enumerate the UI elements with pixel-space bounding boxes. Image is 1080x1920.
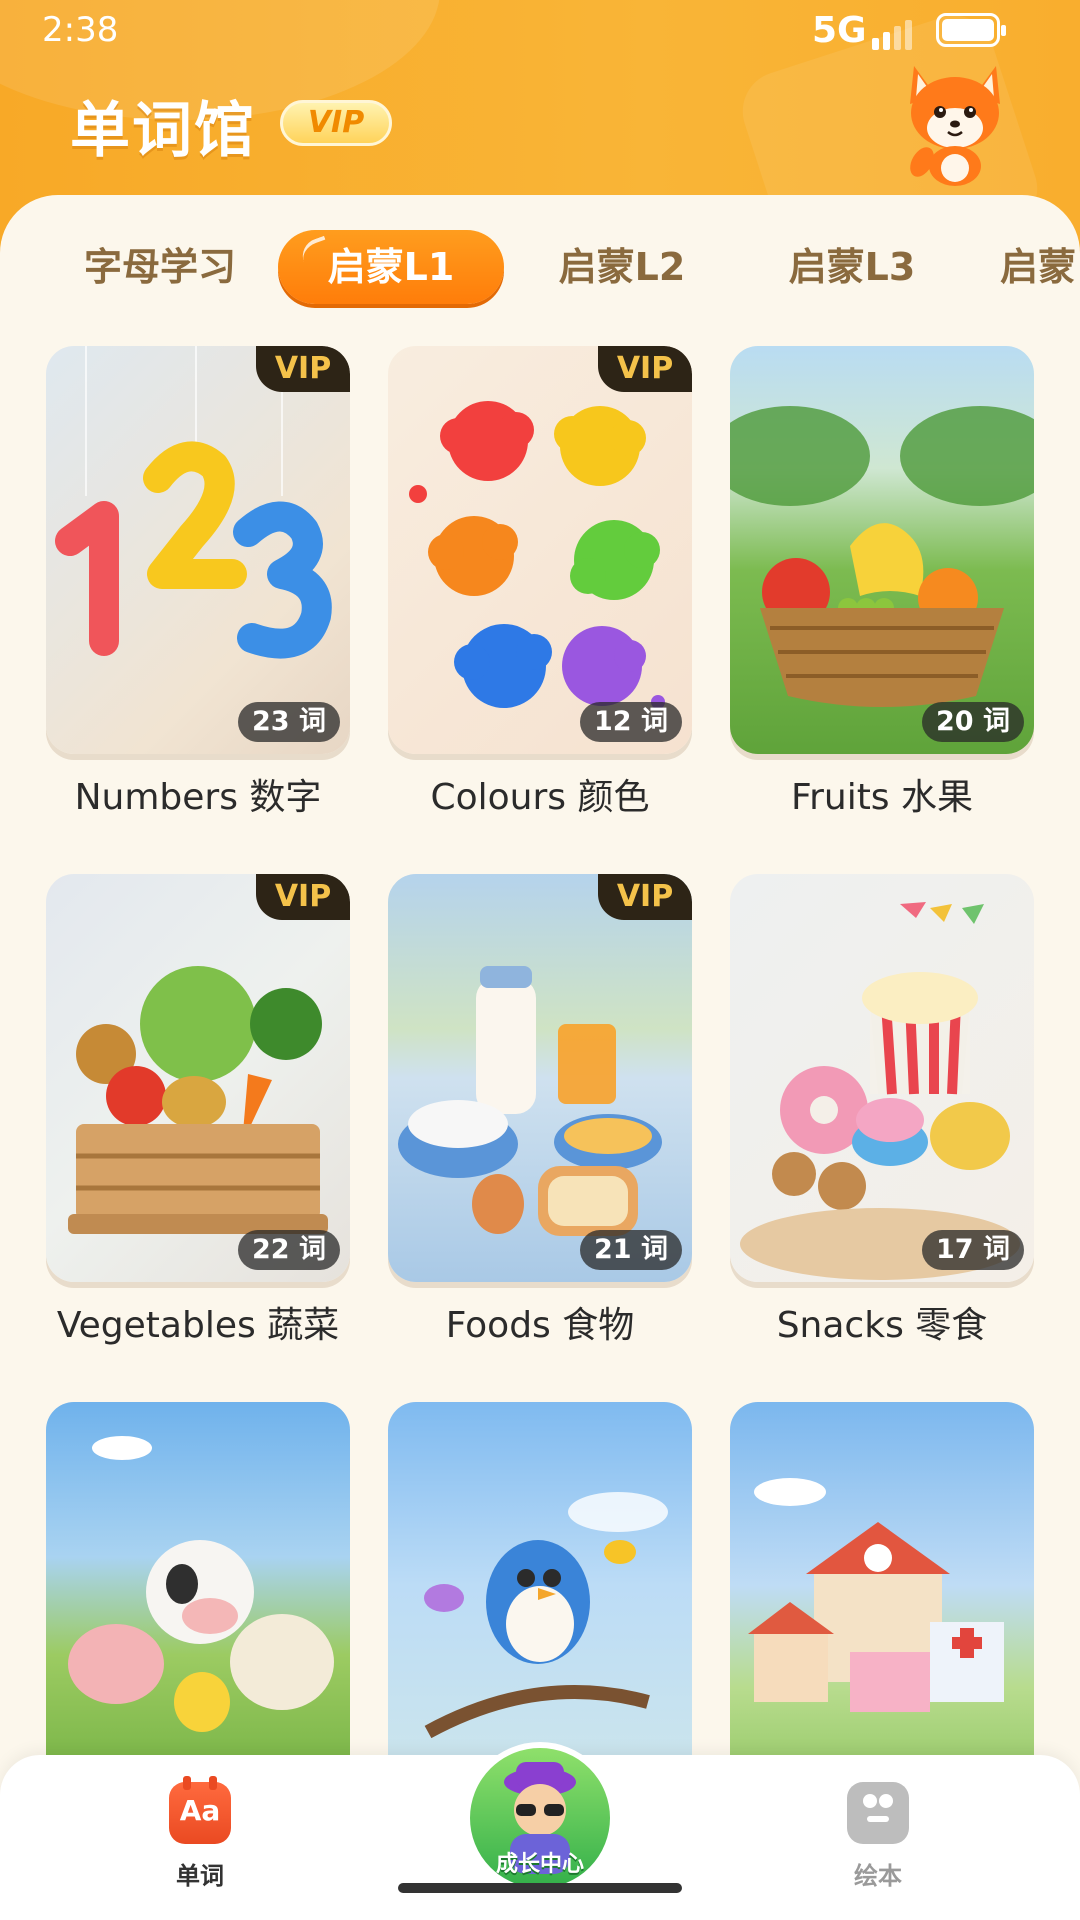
tab-more[interactable]: 启蒙	[1000, 230, 1080, 304]
level-tabs: 字母学习 启蒙L1 启蒙L2 启蒙L3 启蒙	[0, 230, 1080, 310]
vip-tag: VIP	[598, 346, 692, 392]
status-time: 2:38	[42, 10, 119, 50]
card-foods[interactable]: VIP 21 词 Foods 食物	[388, 874, 692, 1348]
vip-tag: VIP	[256, 346, 350, 392]
card-title: Colours 颜色	[430, 777, 650, 818]
word-count: 21 词	[580, 1230, 682, 1270]
word-count: 22 词	[238, 1230, 340, 1270]
nav-picture-books-label: 绘本	[854, 1862, 902, 1890]
fruit-basket-illustration	[730, 406, 1034, 707]
tab-alphabet[interactable]: 字母学习	[72, 230, 248, 304]
town-illustration	[748, 1478, 1004, 1712]
word-count: 17 词	[922, 1230, 1024, 1270]
card-numbers[interactable]: VIP 23 词 Numbers 数字	[46, 346, 350, 820]
tab-l3[interactable]: 启蒙L3	[770, 230, 934, 304]
network-indicator: 5G	[812, 10, 867, 51]
card-image: VIP 22 词	[46, 874, 350, 1282]
growth-center-button[interactable]: 成长中心	[464, 1742, 616, 1894]
card-title: Fruits 水果	[790, 777, 974, 818]
farm-animals-illustration	[68, 1436, 334, 1732]
home-indicator[interactable]	[398, 1883, 682, 1893]
snacks-illustration	[740, 902, 1020, 1280]
card-image: 17 词	[730, 874, 1034, 1282]
vip-badge[interactable]: VIP	[280, 100, 392, 146]
growth-center-label: 成长中心	[495, 1852, 584, 1877]
card-image: VIP 21 词	[388, 874, 692, 1282]
words-icon: Aa	[169, 1776, 231, 1844]
word-count: 12 词	[580, 702, 682, 742]
vip-tag: VIP	[598, 874, 692, 920]
signal-icon	[872, 20, 932, 50]
card-snacks[interactable]: 17 词 Snacks 零食	[730, 874, 1034, 1348]
card-title: Numbers 数字	[74, 777, 322, 818]
colours-illustration	[409, 401, 665, 709]
card-title: Snacks 零食	[776, 1305, 988, 1346]
card-farm-animals[interactable]	[46, 1402, 350, 1810]
numbers-illustration	[55, 346, 332, 659]
card-image	[46, 1402, 350, 1810]
tab-l2[interactable]: 启蒙L2	[540, 230, 704, 304]
foods-illustration	[398, 966, 662, 1236]
card-fruits[interactable]: 20 词 Fruits 水果	[730, 346, 1034, 820]
card-vegetables[interactable]: VIP 22 词 Vegetables 蔬菜	[46, 874, 350, 1348]
nav-words[interactable]: Aa 单词	[152, 1776, 248, 1891]
tab-l1[interactable]: 启蒙L1	[278, 230, 504, 304]
card-colours[interactable]: VIP 12 词 Colours 颜色	[388, 346, 692, 820]
card-image: VIP 23 词	[46, 346, 350, 754]
word-count: 23 词	[238, 702, 340, 742]
card-image: VIP 12 词	[388, 346, 692, 754]
battery-icon	[936, 13, 1006, 47]
card-image: 20 词	[730, 346, 1034, 754]
word-count: 20 词	[922, 702, 1024, 742]
card-title: Vegetables 蔬菜	[56, 1305, 340, 1346]
card-title: Foods 食物	[445, 1305, 635, 1346]
nav-picture-books[interactable]: 绘本	[830, 1782, 926, 1891]
nav-words-label: 单词	[176, 1862, 224, 1890]
card-image	[730, 1402, 1034, 1810]
vegetables-illustration	[68, 966, 328, 1234]
vip-tag: VIP	[256, 874, 350, 920]
words-icon-text: Aa	[179, 1794, 221, 1827]
picture-book-icon	[847, 1782, 909, 1844]
page-title: 单词馆	[70, 96, 256, 166]
fox-mascot-icon	[910, 66, 1000, 186]
card-town[interactable]	[730, 1402, 1034, 1810]
